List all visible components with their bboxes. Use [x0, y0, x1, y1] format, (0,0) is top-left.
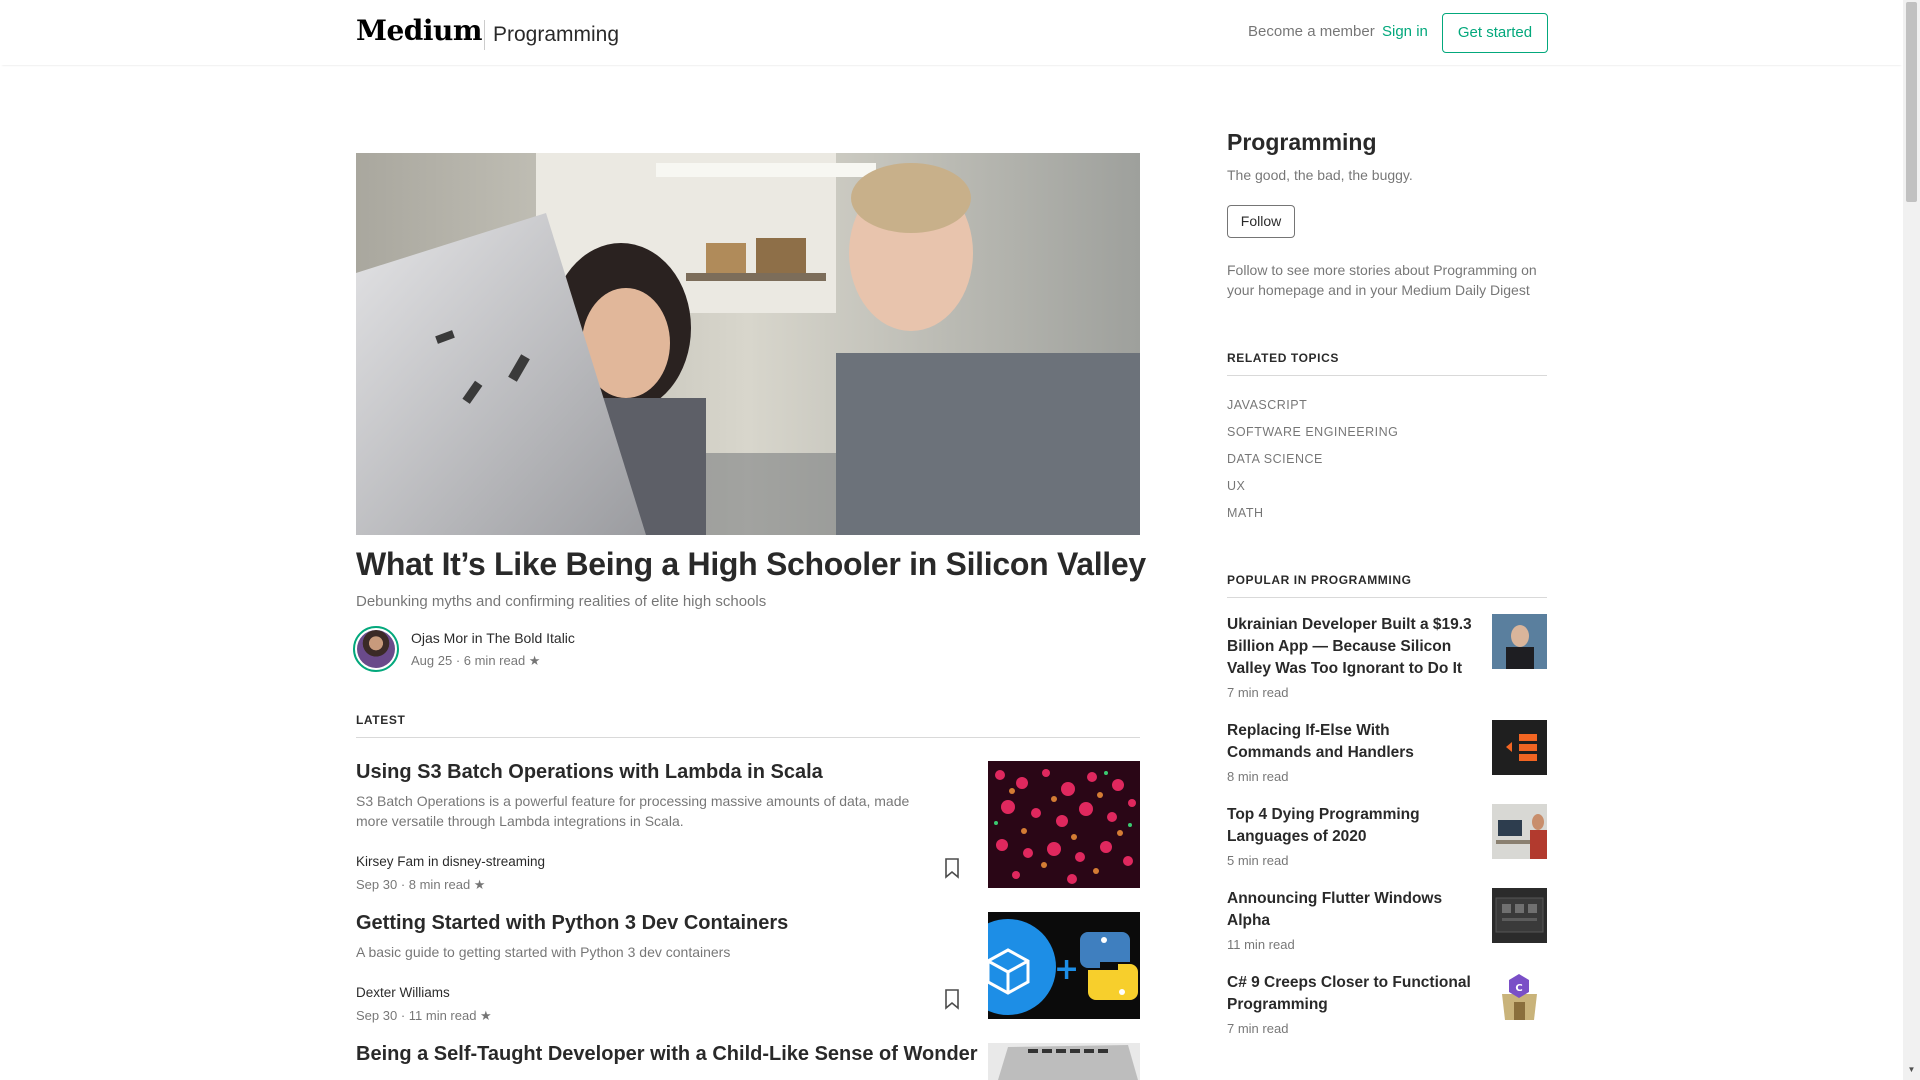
popular-thumbnail[interactable]: [1492, 888, 1547, 943]
popular-title[interactable]: Announcing Flutter Windows Alpha: [1227, 888, 1477, 932]
list-item: Being a Self-Taught Developer with a Chi…: [356, 1043, 1140, 1080]
popular-meta: 8 min read: [1227, 769, 1289, 784]
popular-item: Announcing Flutter Windows Alpha 11 min …: [1227, 888, 1547, 958]
related-topics-heading: RELATED TOPICS: [1227, 351, 1339, 365]
popular-meta: 7 min read: [1227, 685, 1289, 700]
popular-meta: 7 min read: [1227, 1021, 1289, 1036]
post-excerpt[interactable]: A basic guide to getting started with Py…: [356, 942, 916, 962]
topic-link-software-engineering[interactable]: SOFTWARE ENGINEERING: [1227, 425, 1398, 439]
post-title[interactable]: Being a Self-Taught Developer with a Chi…: [356, 1043, 1056, 1066]
post-meta: Sep 30 · 11 min read ★: [356, 1008, 492, 1023]
popular-item: Ukrainian Developer Built a $19.3 Billio…: [1227, 614, 1547, 704]
popular-title[interactable]: Top 4 Dying Programming Languages of 202…: [1227, 804, 1477, 848]
popular-item: C# 9 Creeps Closer to Functional Program…: [1227, 972, 1547, 1042]
hero-photo-illustration: [356, 153, 1140, 535]
popular-item: Top 4 Dying Programming Languages of 202…: [1227, 804, 1547, 874]
related-topics-divider: [1227, 375, 1547, 376]
post-author-link[interactable]: Kirsey Fam in disney-streaming: [356, 854, 545, 869]
bookmark-icon[interactable]: [942, 857, 962, 879]
popular-thumbnail[interactable]: [1492, 804, 1547, 859]
popular-item: Replacing If-Else With Commands and Hand…: [1227, 720, 1547, 790]
popular-heading: POPULAR IN PROGRAMMING: [1227, 573, 1412, 587]
author-avatar[interactable]: [353, 626, 399, 672]
popular-divider: [1227, 597, 1547, 598]
svg-text:C: C: [1515, 983, 1522, 994]
post-excerpt[interactable]: S3 Batch Operations is a powerful featur…: [356, 791, 916, 831]
thumbnail-office-image: [1492, 804, 1547, 859]
thumbnail-laptop-image: [988, 1043, 1140, 1080]
popular-thumbnail[interactable]: C: [1492, 972, 1547, 1027]
logo-divider: [484, 20, 485, 50]
popular-title[interactable]: Replacing If-Else With Commands and Hand…: [1227, 720, 1477, 764]
hero-story-subtitle[interactable]: Debunking myths and confirming realities…: [356, 593, 766, 610]
popular-meta: 11 min read: [1227, 937, 1295, 952]
latest-divider: [356, 737, 1140, 738]
topic-link-ux[interactable]: UX: [1227, 479, 1245, 493]
post-thumbnail[interactable]: [988, 1043, 1140, 1080]
popular-thumbnail[interactable]: [1492, 720, 1547, 775]
svg-text:+: +: [1054, 952, 1079, 987]
hero-image[interactable]: [356, 153, 1140, 535]
post-thumbnail[interactable]: [988, 761, 1140, 888]
topic-title: Programming: [1227, 129, 1377, 155]
thumbnail-flutter-windows-image: [1492, 888, 1547, 943]
popular-thumbnail[interactable]: [1492, 614, 1547, 669]
hero-author-link[interactable]: Ojas Mor in The Bold Italic: [411, 630, 575, 646]
become-member-link[interactable]: Become a member: [1248, 23, 1375, 40]
scrollbar-thumb[interactable]: [1906, 2, 1917, 202]
popular-title[interactable]: C# 9 Creeps Closer to Functional Program…: [1227, 972, 1477, 1016]
top-navigation-bar: Medium Programming Become a member Sign …: [0, 0, 1903, 65]
thumbnail-commands-image: [1492, 720, 1547, 775]
scroll-down-arrow-icon[interactable]: ▼: [1906, 1064, 1917, 1076]
post-meta: Sep 30 · 8 min read ★: [356, 877, 486, 892]
bookmark-icon[interactable]: [942, 988, 962, 1010]
thumbnail-lights-image: [988, 761, 1140, 888]
topic-link-data-science[interactable]: DATA SCIENCE: [1227, 452, 1323, 466]
popular-title[interactable]: Ukrainian Developer Built a $19.3 Billio…: [1227, 614, 1477, 680]
thumbnail-csharp-image: C: [1492, 972, 1547, 1027]
follow-button[interactable]: Follow: [1227, 205, 1295, 238]
list-item: Getting Started with Python 3 Dev Contai…: [356, 912, 1140, 1023]
follow-description: Follow to see more stories about Program…: [1227, 262, 1537, 298]
hero-story-meta: Aug 25 · 6 min read ★: [411, 653, 541, 668]
sign-in-link[interactable]: Sign in: [1382, 23, 1428, 40]
topic-link-math[interactable]: MATH: [1227, 506, 1264, 520]
post-thumbnail[interactable]: +: [988, 912, 1140, 1019]
thumbnail-speaker-image: [1492, 614, 1547, 669]
post-author-link[interactable]: Dexter Williams: [356, 985, 450, 1000]
topic-link-javascript[interactable]: JAVASCRIPT: [1227, 398, 1307, 412]
topic-tagline: The good, the bad, the buggy.: [1227, 167, 1413, 183]
popular-meta: 5 min read: [1227, 853, 1289, 868]
list-item: Using S3 Batch Operations with Lambda in…: [356, 761, 1140, 892]
post-title[interactable]: Getting Started with Python 3 Dev Contai…: [356, 912, 996, 935]
hero-story-title[interactable]: What It’s Like Being a High Schooler in …: [356, 546, 1156, 583]
get-started-button[interactable]: Get started: [1442, 13, 1548, 53]
section-name[interactable]: Programming: [493, 23, 619, 47]
thumbnail-docker-python-image: +: [988, 912, 1140, 1019]
latest-heading: LATEST: [356, 713, 406, 727]
post-title[interactable]: Using S3 Batch Operations with Lambda in…: [356, 761, 996, 784]
medium-logo[interactable]: Medium: [356, 14, 483, 47]
